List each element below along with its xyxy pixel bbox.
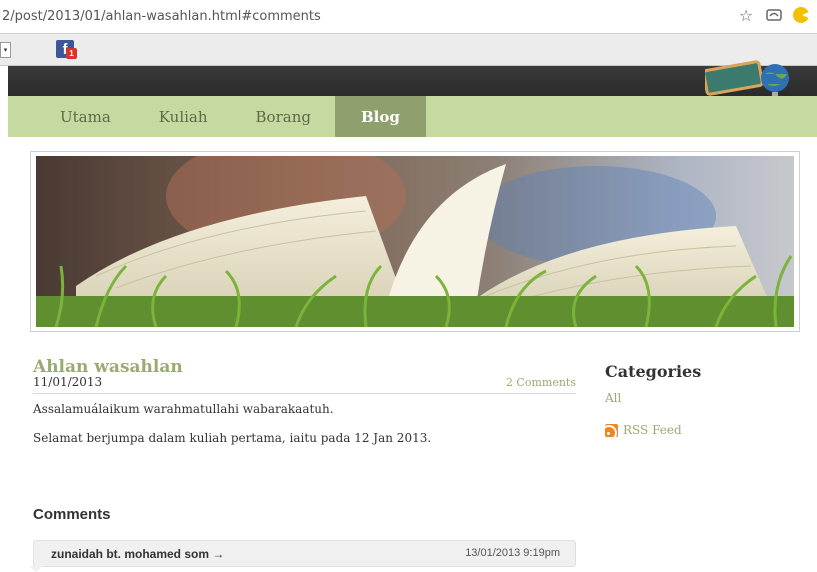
nav-item-kuliah[interactable]: Kuliah: [135, 96, 232, 137]
site-header: [8, 60, 817, 100]
cloud-icon[interactable]: [765, 6, 783, 24]
comment-item: zunaidah bt. mohamed som → 13/01/2013 9:…: [33, 540, 576, 567]
chevron-down-icon[interactable]: ▾: [0, 42, 11, 58]
address-bar-icons: ☆: [737, 6, 809, 25]
comment-date: 13/01/2013 9:19pm: [465, 547, 560, 559]
main-nav: Utama Kuliah Borang Blog: [8, 96, 817, 137]
comments-link[interactable]: 2 Comments: [506, 376, 576, 389]
book-in-grass-illustration: [36, 156, 794, 327]
nav-item-blog[interactable]: Blog: [334, 96, 426, 137]
categories-heading: Categories: [605, 362, 702, 381]
hero-banner: [30, 151, 800, 332]
post-paragraph: Selamat berjumpa dalam kuliah pertama, i…: [33, 431, 432, 445]
cloud-icon-graphic: [766, 9, 782, 21]
url-text[interactable]: 2/post/2013/01/ahlan-wasahlan.html#comme…: [2, 9, 321, 24]
category-link-all[interactable]: All: [605, 391, 621, 405]
post-title[interactable]: Ahlan wasahlan: [33, 357, 183, 377]
nav-item-borang[interactable]: Borang: [232, 96, 335, 137]
rss-label: RSS Feed: [623, 423, 682, 437]
open-book-photo: [36, 156, 794, 327]
star-icon[interactable]: ☆: [737, 6, 755, 25]
pacman-icon[interactable]: [793, 7, 809, 23]
bookmarks-bar: ▾ f 1: [0, 34, 817, 66]
post-paragraph: Assalamuálaikum warahmatullahi wabarakaa…: [33, 402, 334, 416]
comments-heading: Comments: [33, 506, 111, 523]
post-divider: [33, 393, 576, 394]
comment-pointer: [29, 566, 43, 572]
address-bar[interactable]: 2/post/2013/01/ahlan-wasahlan.html#comme…: [0, 0, 817, 34]
notification-badge: 1: [66, 48, 77, 59]
rss-icon: [605, 423, 618, 437]
comment-author-link[interactable]: zunaidah bt. mohamed som →: [51, 547, 224, 561]
nav-item-utama[interactable]: Utama: [8, 96, 135, 137]
post-date: 11/01/2013: [33, 375, 103, 389]
rss-feed-link[interactable]: RSS Feed: [605, 423, 682, 437]
